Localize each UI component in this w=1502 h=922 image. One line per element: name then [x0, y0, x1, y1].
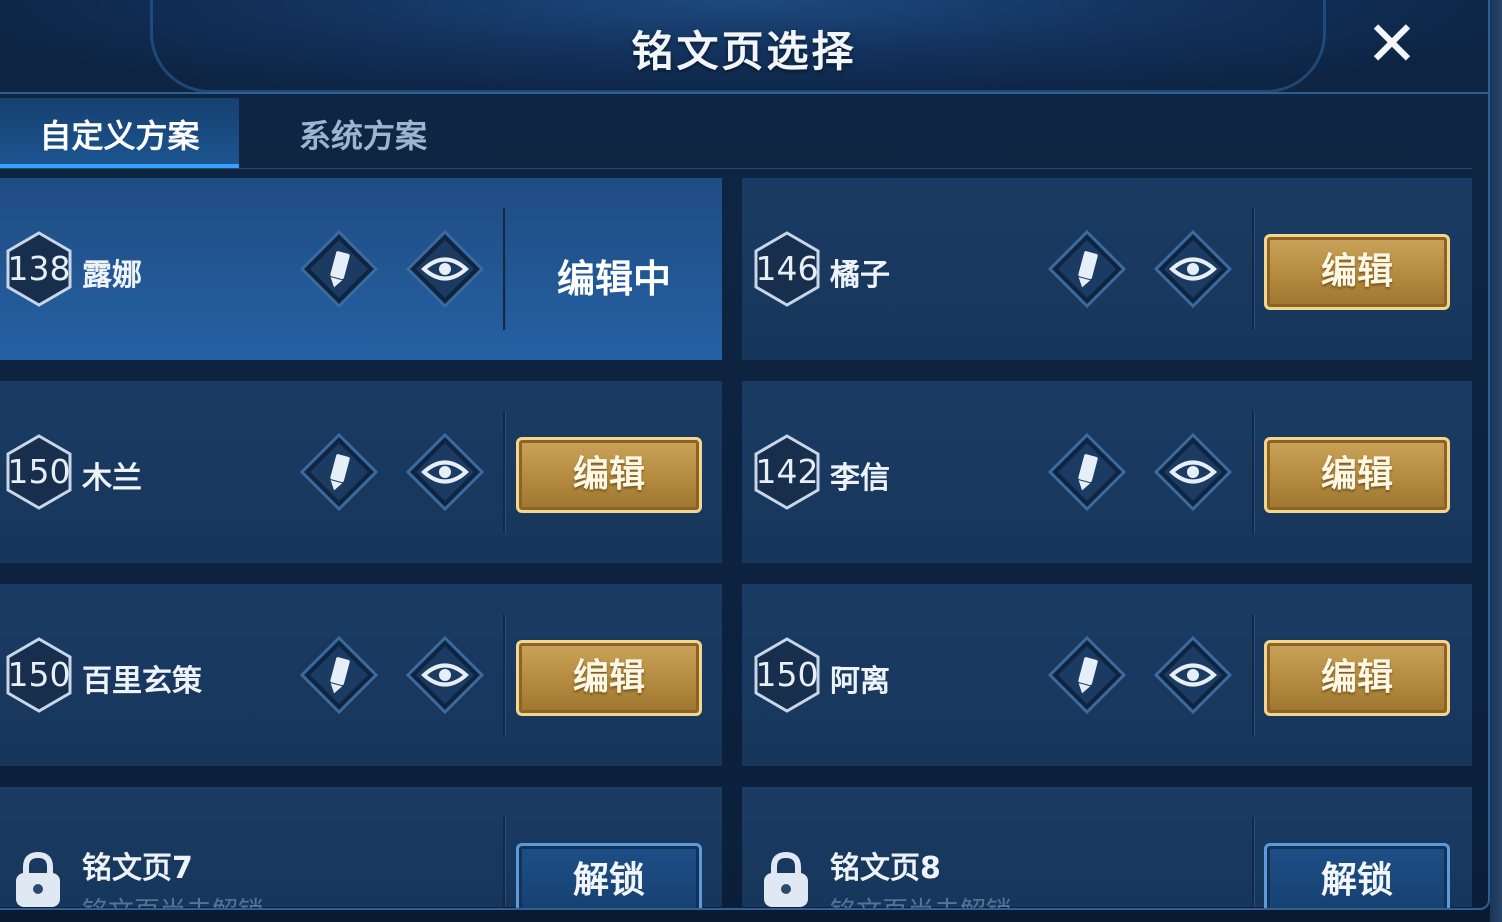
pencil-icon[interactable] — [1047, 229, 1127, 309]
rune-page-card[interactable]: 150 木兰 编辑 — [0, 381, 722, 563]
rune-page-card[interactable]: 150 阿离 编辑 — [742, 584, 1472, 766]
hero-name: 李信 — [830, 461, 890, 496]
edit-button[interactable]: 编辑 — [1264, 234, 1450, 310]
unlock-button[interactable]: 解锁 — [516, 843, 702, 908]
page-title: 铭文页选择 — [631, 27, 857, 76]
divider — [1252, 614, 1254, 736]
edit-button[interactable]: 编辑 — [1264, 437, 1450, 513]
eye-icon[interactable] — [1153, 229, 1233, 309]
eye-icon[interactable] — [1153, 635, 1233, 715]
edit-button[interactable]: 编辑 — [516, 437, 702, 513]
rune-page-card[interactable]: 142 李信 编辑 — [742, 381, 1472, 563]
locked-page-title: 铭文页8 — [830, 851, 941, 886]
pencil-icon[interactable] — [1047, 432, 1127, 512]
divider — [1252, 411, 1254, 533]
eye-icon[interactable] — [405, 432, 485, 512]
lock-icon — [760, 849, 812, 908]
unlock-button[interactable]: 解锁 — [1264, 843, 1450, 908]
locked-page-card[interactable]: 铭文页8 铭文页尚未解锁 解锁 — [742, 787, 1472, 908]
close-button[interactable]: ✕ — [1362, 13, 1422, 75]
locked-page-card[interactable]: 铭文页7 铭文页尚未解锁 解锁 — [0, 787, 722, 908]
divider — [503, 411, 505, 533]
divider — [1252, 817, 1254, 907]
background-edge — [1490, 0, 1502, 922]
pencil-icon[interactable] — [299, 432, 379, 512]
lock-icon — [12, 849, 64, 908]
pencil-icon[interactable] — [299, 229, 379, 309]
locked-page-title: 铭文页7 — [82, 851, 193, 886]
level-badge: 138 — [6, 231, 72, 307]
pencil-icon[interactable] — [299, 635, 379, 715]
hero-name: 木兰 — [82, 461, 142, 496]
locked-page-subtitle: 铭文页尚未解锁 — [82, 891, 264, 908]
eye-icon[interactable] — [405, 229, 485, 309]
editing-status: 编辑中 — [556, 257, 671, 301]
tab-system[interactable]: 系统方案 — [258, 98, 468, 168]
pencil-icon[interactable] — [1047, 635, 1127, 715]
rune-page-card[interactable]: 150 百里玄策 编辑 — [0, 584, 722, 766]
header-bar: 铭文页选择 ✕ — [0, 0, 1488, 94]
level-badge: 146 — [754, 231, 820, 307]
hero-name: 阿离 — [830, 664, 890, 699]
divider — [1252, 208, 1254, 330]
divider — [503, 208, 505, 330]
level-badge: 150 — [6, 434, 72, 510]
tab-bar: 自定义方案 系统方案 — [0, 98, 1472, 169]
divider — [503, 614, 505, 736]
divider — [503, 817, 505, 907]
locked-page-subtitle: 铭文页尚未解锁 — [830, 891, 1012, 908]
level-badge: 150 — [754, 637, 820, 713]
hero-name: 橘子 — [830, 258, 890, 293]
eye-icon[interactable] — [1153, 432, 1233, 512]
rune-page-card[interactable]: 146 橘子 编辑 — [742, 178, 1472, 360]
edit-button[interactable]: 编辑 — [516, 640, 702, 716]
rune-page-card[interactable]: 138 露娜 编辑中 — [0, 178, 722, 360]
hero-name: 百里玄策 — [82, 664, 202, 699]
hero-name: 露娜 — [82, 258, 142, 293]
eye-icon[interactable] — [405, 635, 485, 715]
level-badge: 142 — [754, 434, 820, 510]
rune-page-panel: 铭文页选择 ✕ 自定义方案 系统方案 138 露娜 编辑中 146 橘子 编辑 … — [0, 0, 1490, 910]
edit-button[interactable]: 编辑 — [1264, 640, 1450, 716]
tab-custom[interactable]: 自定义方案 — [0, 98, 239, 168]
level-badge: 150 — [6, 637, 72, 713]
